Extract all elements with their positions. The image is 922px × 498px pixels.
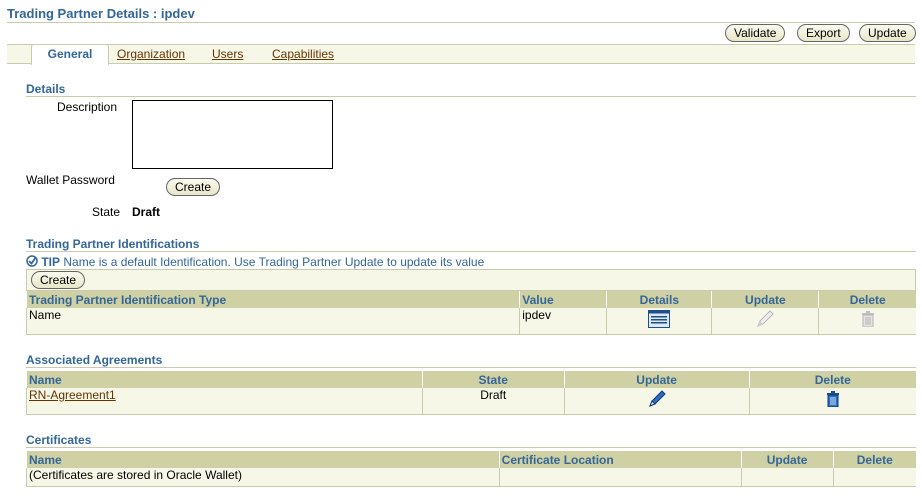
col-identification-type: Trading Partner Identification Type (25, 291, 520, 308)
tab-capabilities[interactable]: Capabilities (272, 47, 334, 61)
details-cell (606, 308, 712, 335)
description-label: Description (57, 100, 118, 114)
wallet-password-label: Wallet Password (26, 173, 115, 187)
identifications-toolbar (26, 269, 916, 291)
agreement-name-cell: RN-Agreement1 (26, 388, 423, 415)
tab-organization[interactable]: Organization (117, 47, 185, 61)
agreement-state-cell: Draft (421, 388, 565, 415)
agreements-table: Name State Update Delete RN-Agreement1 D… (26, 371, 916, 415)
col-certificate-delete: Delete (832, 451, 916, 468)
tab-general[interactable]: General (31, 44, 109, 65)
certificates-divider (26, 447, 916, 448)
tip-text: Name is a default Identification. Use Tr… (63, 255, 485, 269)
col-agreement-name: Name (26, 371, 423, 388)
details-heading: Details (26, 82, 66, 96)
tab-users[interactable]: Users (212, 47, 243, 61)
col-update: Update (711, 291, 819, 308)
col-details: Details (606, 291, 712, 308)
state-label: State (92, 205, 121, 219)
export-button[interactable]: Export (797, 24, 850, 42)
certificate-delete-cell (832, 468, 916, 487)
title-divider (7, 22, 915, 23)
update-cell (711, 308, 819, 335)
col-value: Value (519, 291, 607, 308)
identification-type-cell: Name (25, 308, 520, 335)
wallet-create-button[interactable]: Create (166, 178, 221, 196)
certificates-table: Name Certificate Location Update Delete … (26, 451, 916, 487)
edit-pencil-icon[interactable] (646, 389, 668, 412)
description-textarea[interactable] (132, 100, 333, 169)
col-agreement-update: Update (563, 371, 750, 388)
identifications-table: Trading Partner Identification Type Valu… (25, 291, 916, 335)
state-value: Draft (132, 205, 161, 219)
agreement-link[interactable]: RN-Agreement1 (29, 388, 116, 402)
validate-button[interactable]: Validate (725, 24, 786, 42)
trash-icon[interactable] (826, 391, 840, 410)
certificates-heading: Certificates (26, 433, 92, 447)
col-agreement-delete: Delete (748, 371, 916, 388)
agreement-delete-cell (748, 388, 916, 415)
edit-pencil-disabled-icon (754, 309, 776, 332)
col-delete: Delete (818, 291, 916, 308)
identification-create-button[interactable]: Create (31, 271, 86, 289)
agreements-heading: Associated Agreements (26, 353, 163, 367)
tab-bar: General Organization Users Capabilities (7, 44, 915, 65)
update-button[interactable]: Update (859, 24, 916, 42)
agreement-update-cell (563, 388, 750, 415)
trash-disabled-icon (861, 311, 875, 330)
col-certificate-name: Name (26, 451, 500, 468)
table-row: (Certificates are stored in Oracle Walle… (26, 468, 916, 487)
identifications-heading: Trading Partner Identifications (26, 237, 200, 251)
identification-value-cell: ipdev (519, 308, 607, 335)
table-row: RN-Agreement1 Draft (26, 388, 916, 415)
col-agreement-state: State (421, 371, 565, 388)
identifications-divider (26, 251, 916, 252)
col-certificate-location: Certificate Location (498, 451, 742, 468)
agreements-divider (26, 367, 916, 368)
certificate-location-cell (498, 468, 742, 487)
delete-cell (818, 308, 916, 335)
details-icon[interactable] (648, 310, 671, 331)
details-divider (26, 96, 916, 97)
table-row: Name ipdev (25, 308, 916, 335)
tip-label: TIP (41, 255, 61, 269)
page-title: Trading Partner Details : ipdev (7, 6, 195, 21)
certificate-update-cell (740, 468, 834, 487)
certificate-name-cell: (Certificates are stored in Oracle Walle… (26, 468, 500, 487)
col-certificate-update: Update (740, 451, 834, 468)
